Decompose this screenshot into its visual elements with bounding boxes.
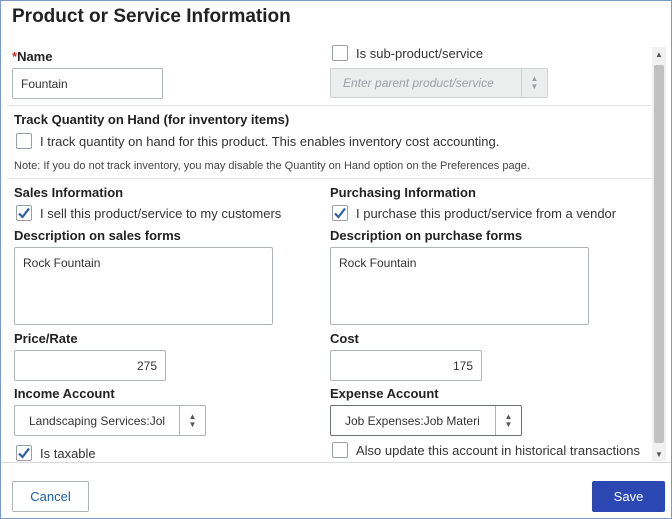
checkmark-icon — [18, 207, 30, 219]
checkmark-icon — [334, 207, 346, 219]
scroll-down-icon[interactable]: ▼ — [652, 447, 666, 461]
update-history-checkbox[interactable] — [332, 442, 348, 458]
dialog-footer: Cancel Save — [1, 462, 671, 518]
price-label: Price/Rate — [14, 331, 78, 346]
purchase-checkbox[interactable] — [332, 205, 348, 221]
income-account-select[interactable]: Landscaping Services:Jol ▲ ▼ — [14, 405, 206, 436]
cost-value: 175 — [452, 358, 473, 373]
save-button[interactable]: Save — [592, 481, 665, 512]
taxable-label: Is taxable — [40, 446, 96, 461]
price-input[interactable]: 275 — [14, 350, 166, 381]
sell-label: I sell this product/service to my custom… — [40, 206, 282, 221]
cost-input[interactable]: 175 — [330, 350, 482, 381]
cost-label: Cost — [330, 331, 359, 346]
form-scroll-area: *Name Fountain Is sub-product/service En… — [1, 39, 667, 461]
sales-heading: Sales Information — [14, 185, 124, 200]
update-history-label: Also update this account in historical t… — [356, 443, 640, 458]
name-label-row: *Name — [12, 49, 52, 64]
expense-account-value: Job Expenses:Job Materi — [345, 413, 480, 428]
updown-arrow-icon: ▲ ▼ — [495, 406, 521, 435]
cancel-button[interactable]: Cancel — [12, 481, 89, 512]
sales-desc-label: Description on sales forms — [14, 228, 181, 243]
income-account-value: Landscaping Services:Jol — [29, 413, 166, 428]
form-scrollbar[interactable]: ▲ ▼ — [652, 47, 666, 461]
parent-product-placeholder: Enter parent product/service — [343, 76, 494, 90]
sales-desc-textarea[interactable]: Rock Fountain — [14, 247, 273, 325]
purchase-label: I purchase this product/service from a v… — [356, 206, 617, 221]
checkmark-icon — [18, 447, 30, 459]
scroll-up-icon[interactable]: ▲ — [652, 47, 666, 61]
product-service-dialog: Product or Service Information *Name Fou… — [0, 0, 672, 519]
track-quantity-label: I track quantity on hand for this produc… — [40, 134, 500, 149]
sales-desc-value: Rock Fountain — [23, 256, 101, 270]
income-account-label: Income Account — [14, 386, 115, 401]
section-divider — [7, 178, 653, 179]
parent-product-select[interactable]: Enter parent product/service ▲ ▼ — [330, 68, 548, 98]
expense-account-select[interactable]: Job Expenses:Job Materi ▲ ▼ — [330, 405, 522, 436]
updown-arrow-icon: ▲ ▼ — [179, 406, 205, 435]
purchase-desc-textarea[interactable]: Rock Fountain — [330, 247, 589, 325]
name-input-value: Fountain — [21, 76, 68, 91]
name-label: Name — [17, 49, 53, 64]
track-quantity-checkbox[interactable] — [16, 133, 32, 149]
purchase-desc-label: Description on purchase forms — [330, 228, 523, 243]
scrollbar-thumb[interactable] — [654, 65, 664, 443]
name-input[interactable]: Fountain — [12, 68, 163, 99]
price-value: 275 — [136, 358, 157, 373]
sub-product-label: Is sub-product/service — [356, 46, 484, 61]
purchase-desc-value: Rock Fountain — [339, 256, 417, 270]
inventory-note: Note: If you do not track inventory, you… — [14, 160, 530, 172]
sell-checkbox[interactable] — [16, 205, 32, 221]
taxable-checkbox[interactable] — [16, 445, 32, 461]
purchasing-heading: Purchasing Information — [330, 185, 476, 200]
sub-product-checkbox[interactable] — [332, 45, 348, 61]
updown-arrow-icon: ▲ ▼ — [521, 69, 547, 97]
inventory-heading: Track Quantity on Hand (for inventory it… — [14, 112, 290, 127]
dialog-title: Product or Service Information — [12, 6, 291, 27]
expense-account-label: Expense Account — [330, 386, 439, 401]
section-divider — [7, 105, 653, 106]
